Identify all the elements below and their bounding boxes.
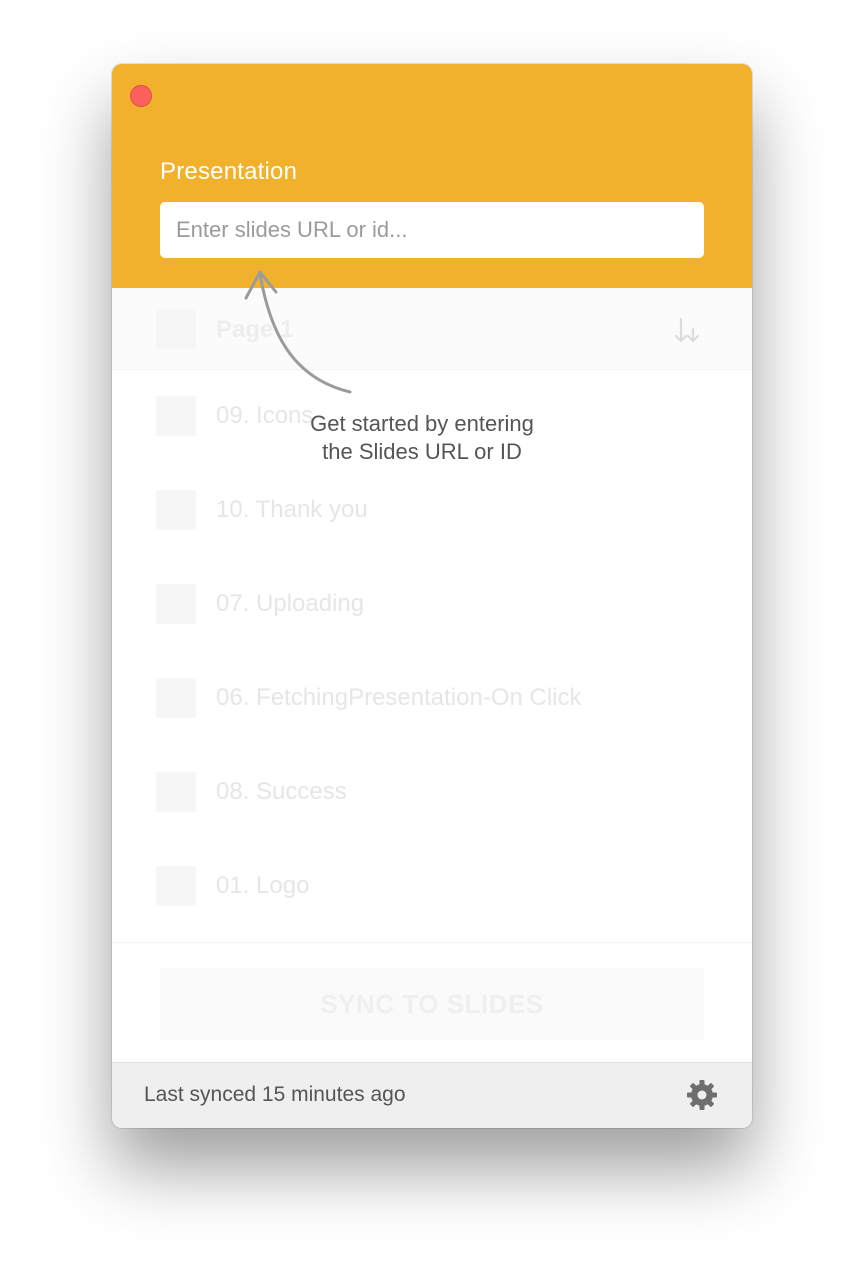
header: Presentation	[112, 64, 752, 288]
slide-thumbnail	[156, 584, 196, 624]
slide-label: 07. Uploading	[216, 590, 365, 617]
gear-icon[interactable]	[686, 1079, 718, 1111]
sync-to-slides-button[interactable]: SYNC TO SLIDES	[160, 968, 704, 1040]
app-window: Presentation Page 1 09. Icons 10. Thank …	[112, 64, 752, 1128]
slide-thumbnail	[156, 490, 196, 530]
sort-icon[interactable]	[672, 316, 702, 346]
slide-thumbnail	[156, 772, 196, 812]
slide-label: 06. FetchingPresentation-On Click	[216, 684, 582, 711]
list-item[interactable]: 01. Logo	[112, 840, 752, 934]
slide-label: 10. Thank you	[216, 496, 368, 523]
hint-line-1: Get started by entering	[310, 411, 534, 436]
page-header: Page 1	[112, 288, 752, 370]
slides-url-input[interactable]	[160, 202, 704, 258]
list-item[interactable]: 07. Uploading	[112, 558, 752, 652]
close-button[interactable]	[130, 85, 152, 107]
slide-thumbnail	[156, 396, 196, 436]
last-synced-status: Last synced 15 minutes ago	[144, 1083, 406, 1106]
get-started-hint: Get started by entering the Slides URL o…	[262, 410, 582, 466]
slide-thumbnail	[156, 678, 196, 718]
slide-thumbnail	[156, 866, 196, 906]
footer: Last synced 15 minutes ago	[112, 1062, 752, 1128]
slide-label: 01. Logo	[216, 872, 310, 899]
page-thumbnail	[156, 309, 196, 349]
slide-label: 08. Success	[216, 778, 347, 805]
hint-arrow-icon	[244, 270, 352, 394]
list-item[interactable]: 08. Success	[112, 746, 752, 840]
list-item[interactable]: 06. FetchingPresentation-On Click	[112, 652, 752, 746]
list-item[interactable]: 10. Thank you	[112, 464, 752, 558]
hint-line-2: the Slides URL or ID	[322, 439, 522, 464]
divider	[112, 942, 752, 943]
presentation-label: Presentation	[160, 158, 298, 185]
